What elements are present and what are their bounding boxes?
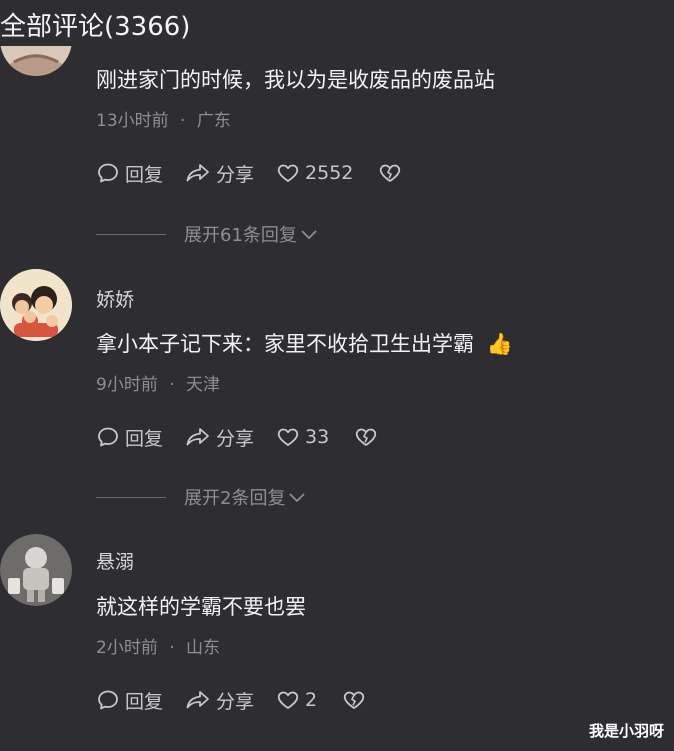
like-count: 33 <box>305 426 330 448</box>
broken-heart-icon <box>344 691 365 709</box>
comment-content: 拿小本子记下来：家里不收拾卫生出学霸 👍 <box>96 328 513 358</box>
meta-separator: · <box>169 375 175 395</box>
reply-label: 回复 <box>125 163 164 186</box>
like-button[interactable]: 2 <box>276 688 317 712</box>
dislike-button[interactable] <box>377 161 403 185</box>
comment-bubble-icon <box>98 427 118 447</box>
comment-text: 拿小本子记下来：家里不收拾卫生出学霸 <box>96 332 474 356</box>
reply-button[interactable]: 回复 <box>96 160 163 187</box>
reply-label: 回复 <box>125 690 164 713</box>
share-label: 分享 <box>216 427 255 450</box>
comment-username[interactable]: 悬溺 <box>96 547 134 574</box>
expand-label: 展开2条回复 <box>184 488 286 509</box>
chevron-down-icon <box>289 493 306 503</box>
share-label: 分享 <box>216 163 255 186</box>
dislike-button[interactable] <box>353 425 379 449</box>
comments-header: 全部评论(3366) <box>0 12 191 42</box>
share-button[interactable]: 分享 <box>185 160 254 187</box>
avatar[interactable] <box>0 534 72 606</box>
heart-icon <box>277 691 299 709</box>
comment-time: 9小时前 <box>96 375 158 395</box>
heart-icon <box>277 428 299 446</box>
meta-separator: · <box>180 111 186 131</box>
share-button[interactable]: 分享 <box>185 424 254 451</box>
comment-meta: 9小时前 · 天津 <box>96 370 220 395</box>
watermark: 我是小羽呀 <box>588 722 664 740</box>
share-arrow-icon <box>186 164 209 182</box>
share-arrow-icon <box>186 428 209 446</box>
comment-actions: 回复 分享 33 <box>96 422 379 452</box>
broken-heart-icon <box>356 428 377 446</box>
share-button[interactable]: 分享 <box>185 687 254 714</box>
comment-content: 就这样的学霸不要也罢 <box>96 595 306 619</box>
comment-username[interactable]: 娇娇 <box>96 285 134 312</box>
comment-time: 2小时前 <box>96 638 158 658</box>
reply-label: 回复 <box>125 427 164 450</box>
comment-bubble-icon <box>98 163 118 183</box>
comment-bubble-icon <box>98 690 118 710</box>
comment-meta: 13小时前 · 广东 <box>96 106 231 131</box>
chevron-down-icon <box>301 230 317 240</box>
comment-content: 刚进家门的时候，我以为是收废品的废品站 <box>96 68 495 92</box>
comment-actions: 回复 分享 2 <box>96 685 367 715</box>
divider-line <box>96 233 166 235</box>
comment-meta: 2小时前 · 山东 <box>96 633 220 658</box>
meta-separator: · <box>169 638 175 658</box>
comment-location: 广东 <box>196 111 231 131</box>
expand-label: 展开61条回复 <box>184 225 297 246</box>
thumbs-up-emoji: 👍 <box>486 332 513 356</box>
reply-button[interactable]: 回复 <box>96 424 163 451</box>
share-arrow-icon <box>186 691 209 709</box>
expand-replies[interactable]: 展开2条回复 <box>96 485 307 509</box>
comment-actions: 回复 分享 2552 <box>96 158 403 188</box>
avatar[interactable] <box>0 269 72 341</box>
divider-line <box>96 496 166 498</box>
reply-button[interactable]: 回复 <box>96 687 163 714</box>
dislike-button[interactable] <box>341 688 367 712</box>
comment-location: 山东 <box>186 638 221 658</box>
expand-replies[interactable]: 展开61条回复 <box>96 222 319 246</box>
comment-time: 13小时前 <box>96 111 169 131</box>
like-button[interactable]: 2552 <box>276 161 353 185</box>
like-count: 2552 <box>305 162 354 184</box>
like-count: 2 <box>305 689 318 711</box>
like-button[interactable]: 33 <box>276 425 329 449</box>
comment-location: 天津 <box>186 375 221 395</box>
broken-heart-icon <box>380 164 401 182</box>
share-label: 分享 <box>216 690 255 713</box>
heart-icon <box>277 164 299 182</box>
